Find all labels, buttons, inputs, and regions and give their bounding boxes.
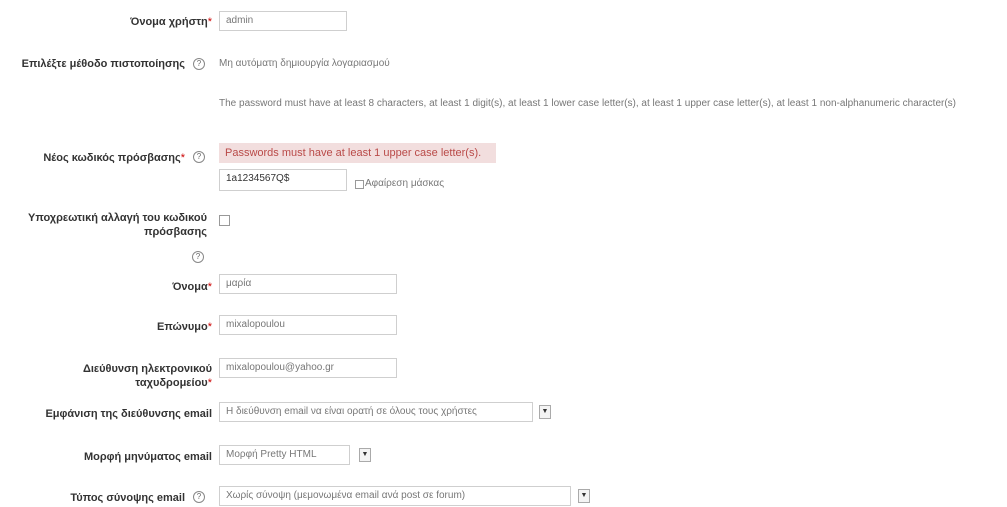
help-icon[interactable]: ?: [193, 151, 205, 163]
required-mark: *: [207, 281, 212, 293]
username-input[interactable]: admin: [219, 11, 347, 31]
maildigest-label: Τύπος σύνοψης email: [70, 492, 185, 504]
mailformat-select[interactable]: Μορφή Pretty HTML: [219, 445, 350, 465]
required-mark: *: [207, 377, 212, 389]
force-change-label-line2: πρόσβασης: [144, 226, 207, 238]
maildisplay-select[interactable]: Η διεύθυνση email να είναι ορατή σε όλου…: [219, 402, 533, 422]
username-label-text: Όνομα χρήστη: [130, 16, 208, 28]
unmask-label[interactable]: Αφαίρεση μάσκας: [365, 177, 444, 191]
force-change-label: Υποχρεωτική αλλαγή του κωδικού πρόσβασης: [28, 211, 207, 239]
email-label-line1: Διεύθυνση ηλεκτρονικού: [82, 363, 212, 375]
auth-method-value: Μη αυτόματη δημιουργία λογαριασμού: [219, 58, 390, 69]
new-password-label: Νέος κωδικός πρόσβασης*: [43, 151, 185, 165]
firstname-input[interactable]: μαρία: [219, 274, 397, 294]
help-icon[interactable]: ?: [192, 251, 204, 263]
new-password-label-text: Νέος κωδικός πρόσβασης: [43, 152, 181, 164]
required-mark: *: [207, 16, 212, 28]
maildigest-select[interactable]: Χωρίς σύνοψη (μεμονωμένα email ανά post …: [219, 486, 571, 506]
lastname-input[interactable]: mixalopoulou: [219, 315, 397, 335]
dropdown-arrow-icon[interactable]: ▼: [578, 489, 590, 503]
dropdown-arrow-icon[interactable]: ▼: [359, 448, 371, 462]
password-policy-text: The password must have at least 8 charac…: [219, 98, 956, 109]
required-mark: *: [180, 152, 185, 164]
email-label-line2: ταχυδρομείου: [135, 377, 208, 389]
force-change-label-line1: Υποχρεωτική αλλαγή του κωδικού: [28, 212, 207, 224]
email-input[interactable]: mixalopoulou@yahoo.gr: [219, 358, 397, 378]
firstname-label-text: Όνομα: [172, 281, 208, 293]
username-label: Όνομα χρήστη*: [130, 15, 212, 29]
required-mark: *: [207, 321, 212, 333]
lastname-label-text: Επώνυμο: [157, 321, 208, 333]
mailformat-label: Μορφή μηνύματος email: [83, 451, 212, 463]
auth-method-label: Επιλέξτε μέθοδο πιστοποίησης: [21, 58, 185, 70]
force-change-checkbox[interactable]: [219, 215, 230, 226]
unmask-checkbox[interactable]: [355, 180, 364, 189]
password-error-message: Passwords must have at least 1 upper cas…: [219, 143, 496, 163]
help-icon[interactable]: ?: [193, 58, 205, 70]
firstname-label: Όνομα*: [172, 280, 212, 294]
email-label: Διεύθυνση ηλεκτρονικού ταχυδρομείου*: [83, 362, 212, 390]
new-password-input[interactable]: 1a1234567Q$: [219, 169, 347, 191]
help-icon[interactable]: ?: [193, 491, 205, 503]
dropdown-arrow-icon[interactable]: ▼: [539, 405, 551, 419]
maildisplay-label: Εμφάνιση της διεύθυνσης email: [45, 408, 212, 420]
lastname-label: Επώνυμο*: [157, 320, 212, 334]
